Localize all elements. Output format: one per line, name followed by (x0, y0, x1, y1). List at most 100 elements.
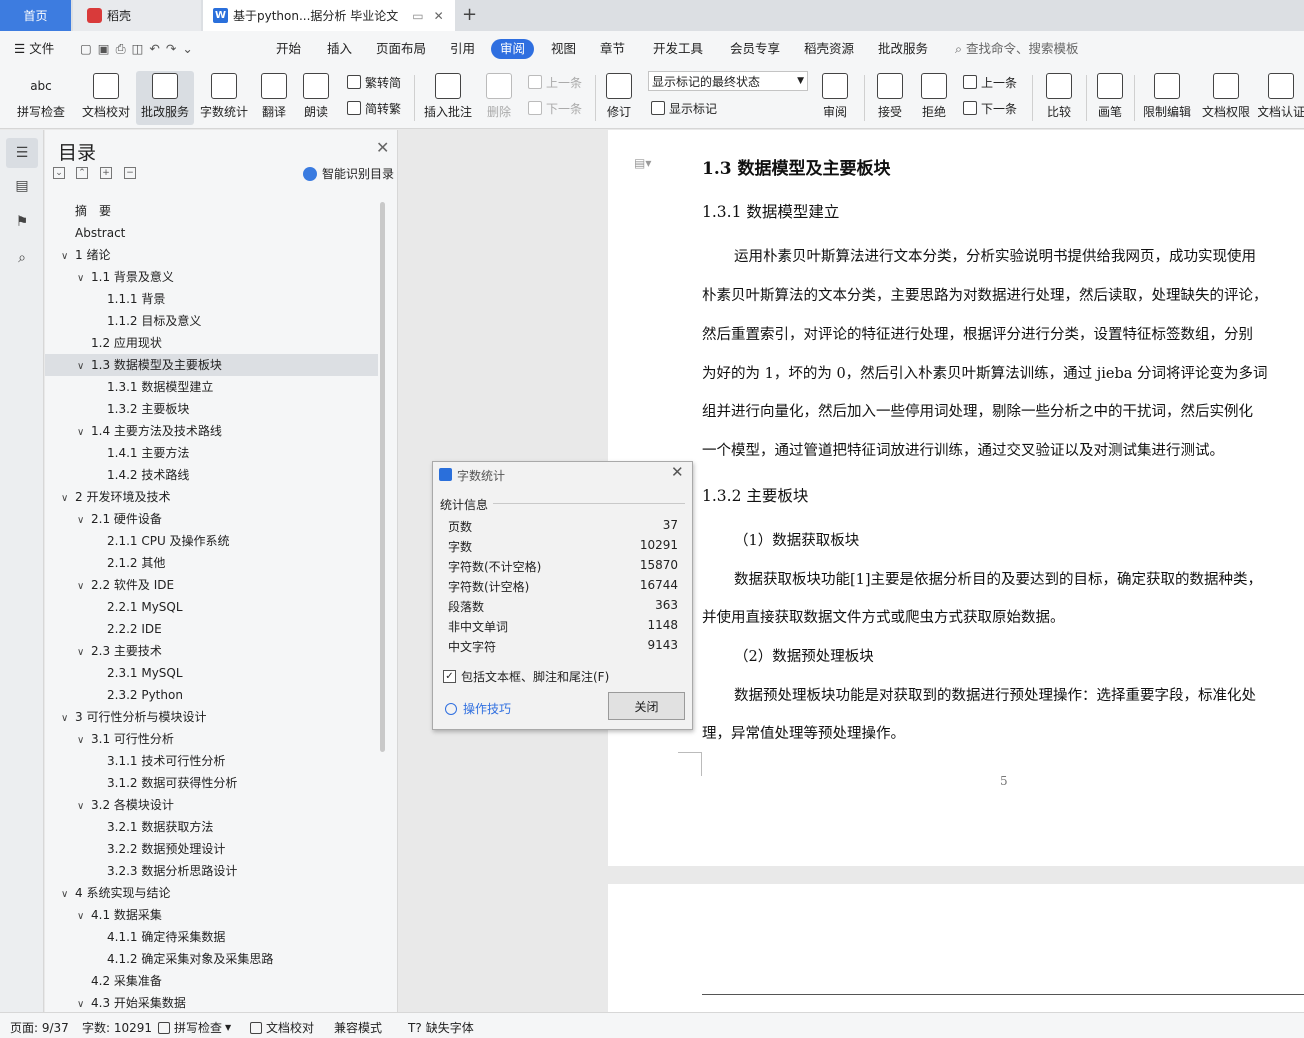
menu-start[interactable]: 开始 (276, 39, 301, 59)
toc-panel-icon[interactable]: ☰ (6, 138, 38, 168)
include-textbox-checkbox[interactable]: ✓ 包括文本框、脚注和尾注(F) (443, 668, 609, 685)
chevron-down-icon[interactable]: ∨ (77, 906, 91, 928)
toc-item[interactable]: 2.2.1 MySQL (45, 596, 378, 618)
toc-item[interactable]: ∨ 1.3 数据模型及主要板块 (45, 354, 378, 376)
missing-font[interactable]: T? 缺失字体 (408, 1019, 474, 1036)
chevron-down-icon[interactable]: ∨ (61, 708, 75, 730)
toc-item[interactable]: 2.3.1 MySQL (45, 662, 378, 684)
new-tab-icon[interactable]: + (462, 4, 477, 25)
toc-item[interactable]: 4.1.2 确定采集对象及采集思路 (45, 948, 378, 970)
tab-daoke[interactable]: 稻壳 (73, 0, 201, 31)
toc-item[interactable]: ∨ 2.2 软件及 IDE (45, 574, 378, 596)
toc-item[interactable]: ∨ 1.1 背景及意义 (45, 266, 378, 288)
menu-chapter[interactable]: 章节 (600, 39, 625, 59)
menu-layout[interactable]: 页面布局 (376, 39, 426, 59)
tab-pin-icon[interactable]: ▭ (412, 9, 423, 23)
bookmark-icon[interactable]: ⚑ (10, 210, 34, 234)
status-proofread[interactable]: 文档校对 (250, 1019, 314, 1036)
show-markup-button[interactable]: 显示标记 (651, 98, 717, 118)
chevron-down-icon[interactable]: ∨ (61, 884, 75, 906)
doc-permission-button[interactable]: 文档权限 (1200, 71, 1252, 125)
tab-document[interactable]: W 基于python...据分析 毕业论文 ▭ ✕ (203, 0, 455, 31)
toc-item[interactable]: 1.4.1 主要方法 (45, 442, 378, 464)
search-icon[interactable]: ⌕ (10, 246, 34, 270)
toc-item[interactable]: Abstract (45, 222, 378, 244)
toc-item[interactable]: ∨ 1.4 主要方法及技术路线 (45, 420, 378, 442)
menu-insert[interactable]: 插入 (327, 39, 352, 59)
compat-mode[interactable]: 兼容模式 (334, 1019, 382, 1036)
toc-item[interactable]: ∨ 2.1 硬件设备 (45, 508, 378, 530)
pen-button[interactable]: 画笔 (1094, 71, 1126, 125)
toc-item[interactable]: 2.1.1 CPU 及操作系统 (45, 530, 378, 552)
toc-item[interactable]: ∨ 2.3 主要技术 (45, 640, 378, 662)
toc-item[interactable]: ∨ 1 绪论 (45, 244, 378, 266)
toc-item[interactable]: 4.1.1 确定待采集数据 (45, 926, 378, 948)
quick-access-icons[interactable]: ▢▣⎙◫↶↷⌄ (80, 39, 199, 59)
toc-item[interactable]: 1.3.2 主要板块 (45, 398, 378, 420)
nav-panel-icon[interactable]: ▤ (10, 174, 34, 198)
restrict-edit-button[interactable]: 限制编辑 (1141, 71, 1193, 125)
toc-item[interactable]: 2.2.2 IDE (45, 618, 378, 640)
toc-item[interactable]: ∨ 4.3 开始采集数据 (45, 992, 378, 1012)
menu-view[interactable]: 视图 (551, 39, 576, 59)
word-count-indicator[interactable]: 字数: 10291 (82, 1019, 152, 1036)
tab-home[interactable]: 首页 (0, 0, 71, 31)
toc-item[interactable]: 3.2.3 数据分析思路设计 (45, 860, 378, 882)
toc-item[interactable]: 1.1.1 背景 (45, 288, 378, 310)
toc-item[interactable]: 1.3.1 数据模型建立 (45, 376, 378, 398)
remove-heading-icon[interactable]: − (124, 167, 136, 179)
add-heading-icon[interactable]: + (100, 167, 112, 179)
prev-change-button[interactable]: 上一条 (963, 72, 1017, 92)
chevron-down-icon[interactable]: ∨ (77, 642, 91, 664)
spell-check-button[interactable]: abc 拼写检查 (10, 71, 72, 125)
next-comment-button[interactable]: 下一条 (528, 98, 582, 118)
toc-item[interactable]: 4.2 采集准备 (45, 970, 378, 992)
reject-button[interactable]: 拒绝 (916, 71, 952, 125)
toc-item[interactable]: ∨ 4.1 数据采集 (45, 904, 378, 926)
menu-daoke-resources[interactable]: 稻壳资源 (804, 39, 854, 59)
simp-to-trad-button[interactable]: 简转繁 (347, 98, 401, 118)
review-pane-button[interactable]: 审阅 (816, 71, 854, 125)
insert-comment-button[interactable]: 插入批注 (423, 71, 473, 125)
proofread-button[interactable]: 文档校对 (79, 71, 133, 125)
chevron-down-icon[interactable]: ∨ (77, 796, 91, 818)
chevron-down-icon[interactable]: ∨ (77, 576, 91, 598)
grading-service-button[interactable]: 批改服务 (136, 71, 194, 125)
toc-scrollbar[interactable] (380, 202, 385, 752)
translate-button[interactable]: 翻译 (256, 71, 292, 125)
toc-item[interactable]: 摘 要 (45, 200, 378, 222)
tab-close-icon[interactable]: ✕ (434, 9, 444, 23)
track-changes-button[interactable]: 修订 (601, 71, 637, 125)
chevron-down-icon[interactable]: ∨ (77, 422, 91, 444)
word-count-button[interactable]: 字数统计 (198, 71, 250, 125)
next-change-button[interactable]: 下一条 (963, 98, 1017, 118)
delete-comment-button[interactable]: 删除 (481, 71, 517, 125)
read-aloud-button[interactable]: 朗读 (300, 71, 332, 125)
chevron-down-icon[interactable]: ∨ (77, 730, 91, 752)
prev-comment-button[interactable]: 上一条 (528, 72, 582, 92)
chevron-down-icon[interactable]: ∨ (77, 356, 91, 378)
accept-button[interactable]: 接受 (872, 71, 908, 125)
ai-toc-button[interactable]: 智能识别目录 (303, 165, 394, 182)
file-menu[interactable]: ☰ 文件 (14, 39, 54, 59)
menu-reference[interactable]: 引用 (450, 39, 475, 59)
page-indicator[interactable]: 页面: 9/37 (10, 1019, 69, 1036)
toc-item[interactable]: 3.2.1 数据获取方法 (45, 816, 378, 838)
toc-item[interactable]: 1.2 应用现状 (45, 332, 378, 354)
status-spell-check[interactable]: 拼写检查 ▼ (158, 1019, 231, 1036)
doc-cert-button[interactable]: 文档认证 (1258, 71, 1304, 125)
toc-item[interactable]: ∨ 4 系统实现与结论 (45, 882, 378, 904)
dialog-close-button[interactable]: 关闭 (608, 692, 685, 720)
toc-item[interactable]: 2.1.2 其他 (45, 552, 378, 574)
toc-item[interactable]: 3.1.1 技术可行性分析 (45, 750, 378, 772)
toc-item[interactable]: 1.4.2 技术路线 (45, 464, 378, 486)
menu-devtools[interactable]: 开发工具 (653, 39, 703, 59)
paragraph-menu-icon[interactable]: ▤▾ (634, 156, 651, 170)
toc-item[interactable]: 2.3.2 Python (45, 684, 378, 706)
chevron-down-icon[interactable]: ∨ (61, 246, 75, 268)
trad-to-simp-button[interactable]: 繁转简 (347, 72, 401, 92)
chevron-down-icon[interactable]: ∨ (77, 994, 91, 1012)
chevron-down-icon[interactable]: ∨ (61, 488, 75, 510)
compare-button[interactable]: 比较 (1040, 71, 1078, 125)
command-search[interactable]: ⌕ 查找命令、搜索模板 (955, 39, 1079, 59)
